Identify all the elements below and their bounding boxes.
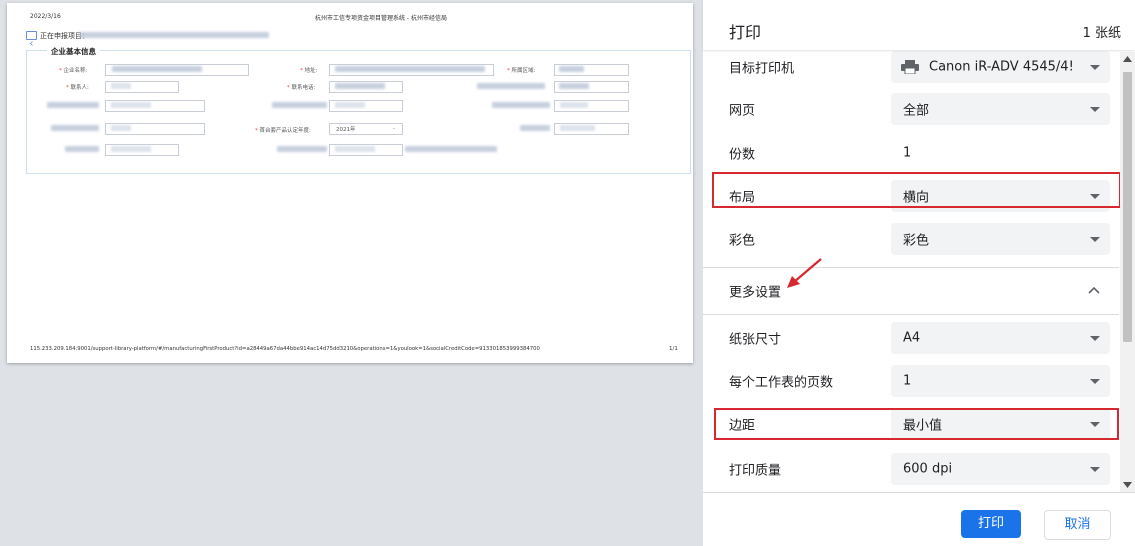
sheet-count: 1 张纸 <box>1082 26 1121 41</box>
settings-scrollbar[interactable] <box>1120 52 1135 492</box>
destination-label: 目标打印机 <box>729 61 795 77</box>
blurred-value-r2c3 <box>559 83 589 89</box>
blurred-address <box>335 66 485 72</box>
pages-per-sheet-row: 每个工作表的页数 1 <box>703 358 1119 404</box>
preview-page: 2022/3/16 杭州市工信专项资金项目管理系统 - 杭州市经信局 正在申报项… <box>7 3 693 363</box>
more-settings-row[interactable]: 更多设置 <box>703 268 1119 314</box>
printer-icon <box>901 60 919 74</box>
color-row: 彩色 彩色 <box>703 216 1119 262</box>
print-header: 打印 1 张纸 <box>703 0 1135 50</box>
address-label: * 地址: <box>300 68 318 74</box>
blurred-label-r2 <box>477 83 545 89</box>
quality-label: 打印质量 <box>729 463 782 479</box>
first-set-year-label: * 首台套产品认定年度: <box>255 128 311 134</box>
paper-size-row: 纸张尺寸 A4 <box>703 315 1119 361</box>
blurred-label-r5c2 <box>277 146 327 152</box>
paper-size-label: 纸张尺寸 <box>729 332 782 348</box>
blurred-label-r3c3 <box>492 102 550 108</box>
chevron-down-icon: ⌄ <box>391 125 396 131</box>
chevron-down-icon <box>1090 237 1100 242</box>
color-value: 彩色 <box>903 233 930 249</box>
back-icon <box>26 31 37 46</box>
print-settings-panel: 打印 1 张纸 目标打印机 Canon iR-ADV 4545/4! 网页 全部 <box>703 0 1135 546</box>
red-arrow-icon <box>787 258 822 288</box>
chevron-down-icon <box>1090 467 1100 472</box>
print-button[interactable]: 打印 <box>961 510 1021 538</box>
chevron-down-icon <box>1090 65 1100 70</box>
blurred-label-r3c2 <box>272 102 327 108</box>
layout-highlight-box <box>712 172 1121 208</box>
first-set-year-value: 2021年 <box>336 127 356 133</box>
print-doc-title: 杭州市工信专项资金项目管理系统 - 杭州市经信局 <box>315 15 447 22</box>
more-settings-label: 更多设置 <box>729 285 782 301</box>
blurred-value-r5c2 <box>335 146 375 152</box>
chevron-down-icon <box>1090 336 1100 341</box>
chevron-up-icon <box>1088 286 1100 294</box>
blurred-value-r4c3 <box>560 125 595 131</box>
color-label: 彩色 <box>729 233 756 249</box>
destination-row: 目标打印机 Canon iR-ADV 4545/4! <box>703 50 1119 86</box>
copies-input[interactable]: 1 <box>903 146 911 161</box>
quality-select[interactable]: 600 dpi <box>891 453 1110 485</box>
destination-select[interactable]: Canon iR-ADV 4545/4! <box>891 51 1110 83</box>
settings-list[interactable]: 目标打印机 Canon iR-ADV 4545/4! 网页 全部 份数 1 布局… <box>703 50 1135 492</box>
blurred-value-r4c1 <box>111 125 131 131</box>
blurred-company-name <box>112 66 202 72</box>
company-name-label: * 企业名称: <box>59 68 88 74</box>
chevron-down-icon <box>1090 379 1100 384</box>
destination-value: Canon iR-ADV 4545/4! <box>929 59 1074 75</box>
blurred-contact <box>111 83 131 89</box>
paper-size-value: A4 <box>903 330 921 346</box>
blurred-label-r4c1 <box>51 125 99 131</box>
margins-highlight-box <box>714 408 1119 440</box>
paper-size-select[interactable]: A4 <box>891 322 1110 354</box>
chevron-down-icon <box>1090 107 1100 112</box>
blurred-label-r4c3 <box>520 125 550 131</box>
blurred-value-r3c2 <box>335 102 365 108</box>
cancel-button[interactable]: 取消 <box>1044 510 1111 540</box>
pages-per-sheet-label: 每个工作表的页数 <box>729 375 834 391</box>
pages-select[interactable]: 全部 <box>891 93 1110 125</box>
pages-value: 全部 <box>903 103 930 119</box>
scroll-down-arrow-icon[interactable] <box>1123 482 1132 488</box>
blurred-label-r5c1 <box>65 146 99 152</box>
quality-value: 600 dpi <box>903 461 953 477</box>
blurred-label-r3c1 <box>47 102 99 108</box>
print-preview-area: 2022/3/16 杭州市工信专项资金项目管理系统 - 杭州市经信局 正在申报项… <box>0 0 703 545</box>
contact-label: * 联系人: <box>66 85 89 91</box>
blurred-phone <box>335 83 385 89</box>
print-title: 打印 <box>729 23 762 42</box>
pages-row: 网页 全部 <box>703 86 1119 132</box>
pages-label: 网页 <box>729 103 756 119</box>
print-url: 115.233.209.184:9001/support-library-pla… <box>30 346 540 352</box>
phone-label: * 联系电话: <box>287 85 316 91</box>
scroll-up-arrow-icon[interactable] <box>1123 56 1132 62</box>
blurred-value-r5c3 <box>405 146 497 152</box>
blurred-value-r5c1 <box>111 146 151 152</box>
blurred-region <box>559 66 584 72</box>
blurred-project-name <box>79 32 269 38</box>
blurred-value-r3c1 <box>111 102 151 108</box>
section-title: 企业基本信息 <box>47 46 100 57</box>
region-label: * 所属区域: <box>507 68 536 74</box>
quality-row: 打印质量 600 dpi <box>703 446 1119 492</box>
pages-per-sheet-select[interactable]: 1 <box>891 365 1110 397</box>
blurred-value-r3c3 <box>560 102 588 108</box>
pages-per-sheet-value: 1 <box>903 373 912 389</box>
print-date: 2022/3/16 <box>30 13 61 20</box>
print-page-number: 1/1 <box>669 346 678 352</box>
copies-label: 份数 <box>729 147 756 163</box>
scrollbar-thumb[interactable] <box>1123 72 1132 342</box>
print-footer: 打印 取消 <box>703 492 1135 546</box>
copies-row: 份数 1 <box>703 130 1119 176</box>
color-select[interactable]: 彩色 <box>891 223 1110 255</box>
first-set-year-field: 2021年 ⌄ <box>329 123 403 135</box>
